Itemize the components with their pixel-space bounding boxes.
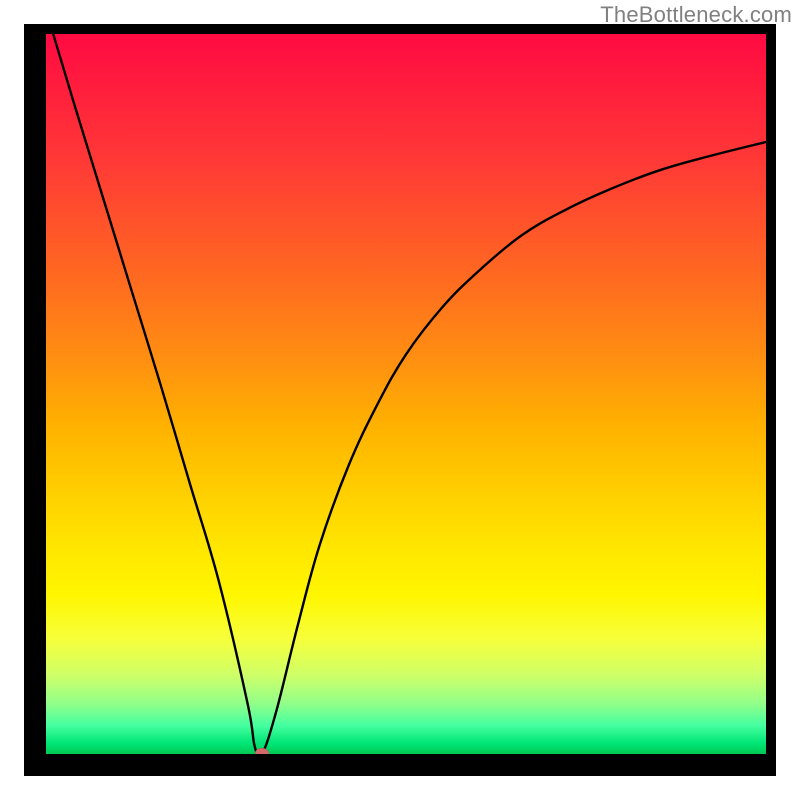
plot-area <box>46 34 766 754</box>
bottleneck-curve <box>53 34 766 754</box>
chart-stage: TheBottleneck.com <box>0 0 800 800</box>
line-plot <box>46 34 766 754</box>
plot-frame <box>24 24 776 776</box>
optimum-marker <box>255 748 269 754</box>
